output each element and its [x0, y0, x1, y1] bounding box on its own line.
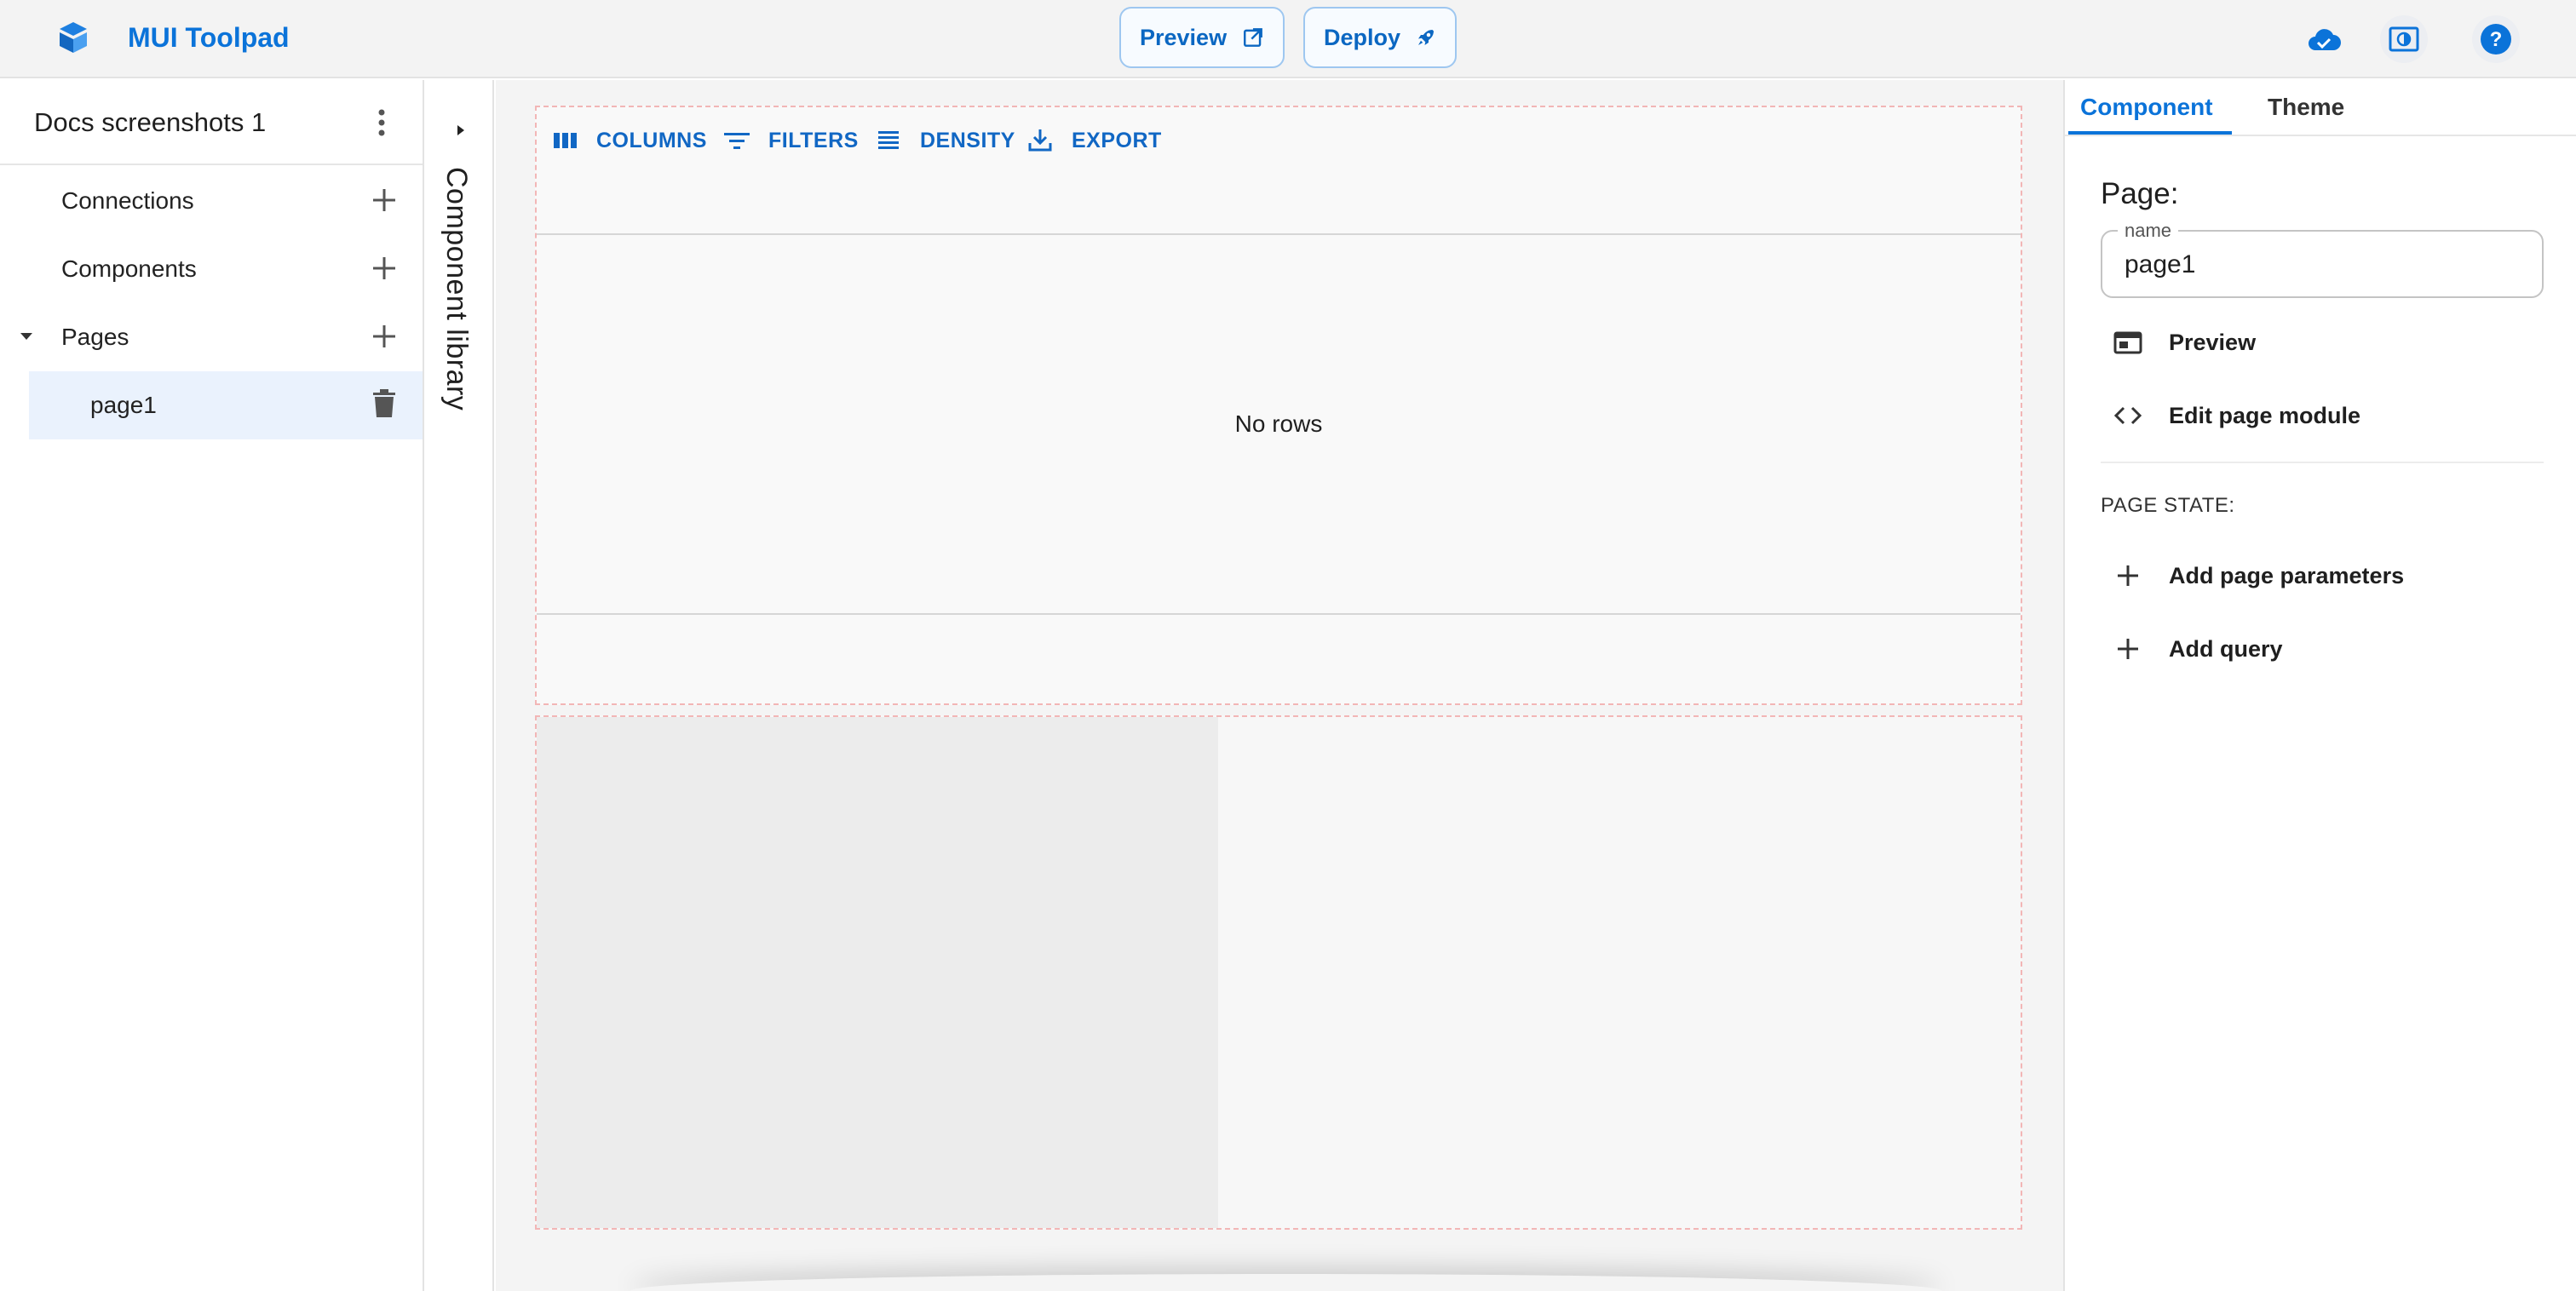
- tab-component[interactable]: Component: [2080, 94, 2213, 121]
- add-component-icon[interactable]: [370, 254, 399, 283]
- caret-down-icon[interactable]: [19, 329, 34, 344]
- edit-page-module-label: Edit page module: [2169, 402, 2361, 428]
- open-external-icon: [1244, 28, 1262, 47]
- sidebar-item-label: Pages: [61, 324, 129, 350]
- filters-label: FILTERS: [768, 128, 859, 152]
- page-name-label: name: [2118, 220, 2179, 242]
- page-preview-button[interactable]: Preview: [2113, 327, 2256, 358]
- add-query-label: Add query: [2169, 635, 2283, 662]
- page-preview-label: Preview: [2169, 329, 2257, 355]
- svg-text:?: ?: [2490, 28, 2503, 51]
- add-connection-icon[interactable]: [370, 186, 399, 215]
- empty-rows-message: No rows: [1234, 410, 1323, 437]
- sidebar-item-label: Components: [61, 255, 197, 282]
- edit-page-module-button[interactable]: Edit page module: [2113, 400, 2360, 431]
- sidebar-item-components[interactable]: Components: [0, 235, 423, 303]
- add-page-icon[interactable]: [370, 322, 399, 351]
- sidebar-item-label: Connections: [61, 187, 194, 214]
- plus-icon: [2118, 565, 2138, 586]
- explorer-sidebar: Docs screenshots 1 Connections Component…: [0, 80, 424, 1291]
- filters-button[interactable]: FILTERS: [722, 126, 859, 155]
- help-icon[interactable]: ?: [2472, 15, 2520, 63]
- sidebar-page-page1[interactable]: page1: [29, 371, 423, 439]
- app-header: MUI Toolpad Preview Deploy ?: [0, 0, 2576, 78]
- tab-theme[interactable]: Theme: [2268, 94, 2344, 121]
- add-query-button[interactable]: Add query: [2113, 634, 2283, 664]
- data-grid-footer-divider: [537, 613, 2021, 615]
- delete-page-icon[interactable]: [371, 388, 397, 419]
- page-state-label: PAGE STATE:: [2101, 494, 2235, 517]
- deploy-button-label: Deploy: [1324, 24, 1401, 50]
- density-icon: [878, 131, 899, 149]
- section-divider: [2101, 462, 2544, 463]
- web-preview-icon: [2113, 331, 2142, 354]
- layout-container[interactable]: [535, 715, 2022, 1230]
- sidebar-item-connections[interactable]: Connections: [0, 167, 423, 235]
- download-icon: [1028, 129, 1052, 152]
- page-name-field[interactable]: name page1: [2101, 220, 2544, 298]
- theme-toggle-icon[interactable]: [2380, 15, 2428, 63]
- rocket-icon: [1418, 30, 1435, 45]
- active-tab-indicator: [2068, 131, 2232, 135]
- export-label: EXPORT: [1072, 128, 1162, 152]
- brand[interactable]: MUI Toolpad: [55, 19, 290, 56]
- code-icon: [2113, 406, 2142, 425]
- preview-button[interactable]: Preview: [1119, 7, 1285, 68]
- component-library-label[interactable]: Component library: [440, 167, 473, 410]
- page-section-title: Page:: [2101, 177, 2179, 210]
- more-options-icon[interactable]: [368, 106, 395, 140]
- data-grid-toolbar: COLUMNS FILTERS DENSITY EXPORT: [537, 107, 2021, 235]
- page-name-value[interactable]: page1: [2125, 250, 2195, 279]
- project-header: Docs screenshots 1: [0, 80, 423, 165]
- image-placeholder[interactable]: [537, 717, 1218, 1228]
- density-button[interactable]: DENSITY: [874, 126, 1015, 155]
- filter-icon: [724, 133, 750, 149]
- add-page-parameters-label: Add page parameters: [2169, 562, 2405, 588]
- project-title: Docs screenshots 1: [34, 107, 267, 137]
- inspector-tabs: Component Theme: [2065, 80, 2576, 136]
- page-item-label: page1: [90, 392, 157, 418]
- toolpad-logo-icon: [60, 22, 87, 53]
- export-button[interactable]: EXPORT: [1026, 126, 1162, 155]
- preview-button-label: Preview: [1140, 24, 1228, 50]
- add-page-parameters-button[interactable]: Add page parameters: [2113, 560, 2404, 591]
- deploy-button[interactable]: Deploy: [1303, 7, 1457, 68]
- sidebar-item-pages[interactable]: Pages: [0, 303, 423, 371]
- density-label: DENSITY: [920, 128, 1015, 152]
- cloud-done-icon[interactable]: [2300, 15, 2348, 63]
- inspector-panel: Component Theme Page: name page1 Preview…: [2063, 80, 2576, 1291]
- columns-button[interactable]: COLUMNS: [550, 126, 707, 155]
- data-grid[interactable]: COLUMNS FILTERS DENSITY EXPORT No rows: [535, 106, 2022, 705]
- columns-label: COLUMNS: [596, 128, 707, 152]
- expand-arrow-icon[interactable]: [455, 123, 467, 138]
- app-name: MUI Toolpad: [128, 21, 290, 53]
- columns-icon: [554, 133, 577, 148]
- plus-icon: [2118, 639, 2138, 659]
